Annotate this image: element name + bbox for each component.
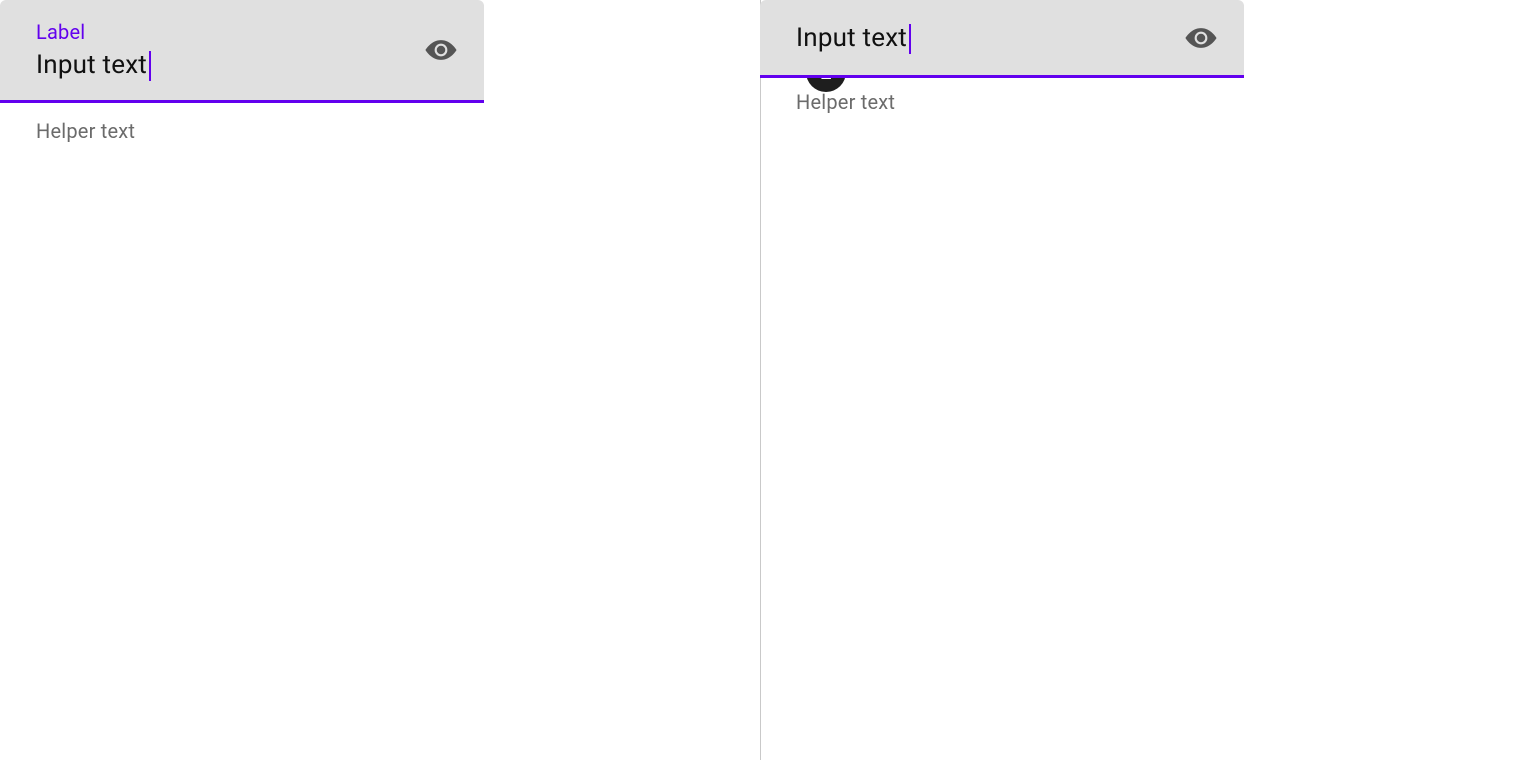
eye-icon [1184, 21, 1218, 55]
text-caret [149, 51, 151, 81]
visibility-toggle-button[interactable] [424, 33, 458, 67]
text-field-unlabeled-container: Input text Helper text [760, 0, 1244, 114]
text-field-underline [760, 75, 1244, 78]
text-field-input-row: Input text [36, 50, 458, 80]
text-field-labeled-container: Label Input text Helper text [0, 0, 484, 143]
eye-icon [424, 33, 458, 67]
panel-right: 2 [760, 0, 1520, 760]
text-field-input-row: Input text [796, 23, 1218, 53]
text-field-input-value[interactable]: Input text [36, 50, 147, 80]
text-field-underline [0, 100, 484, 103]
text-field-input-value[interactable]: Input text [796, 23, 907, 53]
helper-text: Helper text [36, 119, 484, 143]
text-field-label: Label [36, 20, 458, 44]
text-field-text-column: Label Input text [36, 14, 458, 86]
text-caret [909, 24, 911, 54]
helper-text: Helper text [796, 90, 1244, 114]
text-field-text-column: Input text [796, 0, 1218, 75]
text-field-labeled[interactable]: Label Input text [0, 0, 484, 100]
visibility-toggle-button[interactable] [1184, 21, 1218, 55]
text-field-unlabeled[interactable]: Input text [760, 0, 1244, 75]
